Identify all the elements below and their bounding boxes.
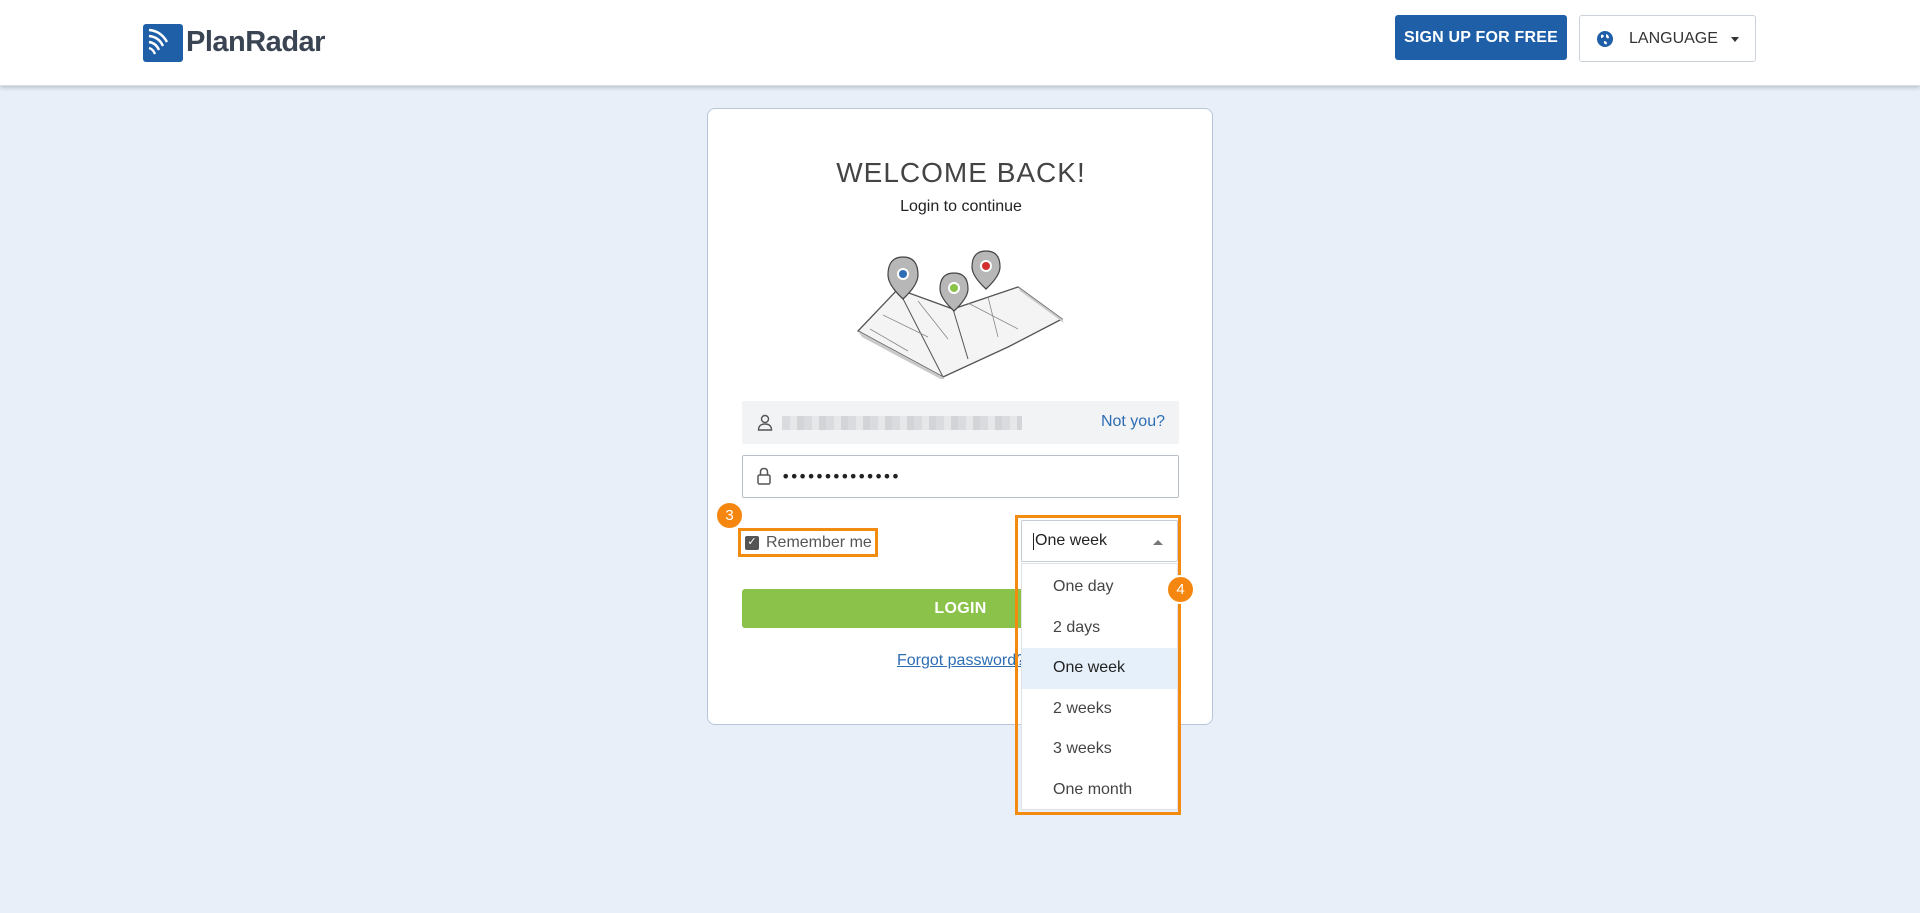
login-subtitle: Login to continue: [900, 198, 1022, 215]
brand-name: PlanRadar: [186, 25, 325, 58]
annotation-badge-3: 3: [715, 501, 744, 530]
user-icon: [757, 414, 773, 431]
duration-options-list: One day 2 days One week 2 weeks 3 weeks …: [1021, 563, 1178, 810]
chevron-down-icon: [1731, 37, 1739, 42]
globe-icon: [1597, 30, 1613, 47]
remember-duration-select[interactable]: One week: [1021, 520, 1178, 562]
option-one-day[interactable]: One day: [1022, 567, 1177, 608]
checkbox-checked-icon[interactable]: ✓: [745, 535, 759, 550]
welcome-title: WELCOME BACK!: [836, 157, 1086, 188]
sign-up-button[interactable]: SIGN UP FOR FREE: [1395, 15, 1567, 60]
annotation-badge-4: 4: [1166, 575, 1195, 604]
top-navigation-bar: PlanRadar SIGN UP FOR FREE LANGUAGE: [0, 0, 1920, 86]
remember-me-checkbox[interactable]: ✓ Remember me: [738, 528, 878, 557]
password-field[interactable]: [742, 455, 1179, 498]
chevron-up-icon: [1153, 540, 1163, 545]
map-pins-illustration: [856, 250, 1064, 379]
option-2-days[interactable]: 2 days: [1022, 608, 1177, 649]
option-2-weeks[interactable]: 2 weeks: [1022, 689, 1177, 730]
text-cursor: [1033, 532, 1034, 550]
lock-icon: [757, 467, 771, 485]
blurred-username: [782, 416, 1022, 430]
password-input[interactable]: [781, 464, 1161, 489]
option-3-weeks[interactable]: 3 weeks: [1022, 729, 1177, 770]
remember-me-label: Remember me: [766, 533, 872, 551]
selected-duration: One week: [1035, 532, 1108, 549]
language-dropdown[interactable]: LANGUAGE: [1579, 15, 1756, 62]
not-you-link[interactable]: Not you?: [1101, 413, 1165, 431]
language-label: LANGUAGE: [1629, 29, 1718, 47]
planradar-logo[interactable]: PlanRadar: [143, 22, 325, 62]
planradar-logo-icon: [143, 24, 183, 62]
option-one-month[interactable]: One month: [1022, 770, 1177, 811]
option-one-week[interactable]: One week: [1022, 648, 1177, 689]
username-field[interactable]: Not you?: [742, 401, 1179, 444]
